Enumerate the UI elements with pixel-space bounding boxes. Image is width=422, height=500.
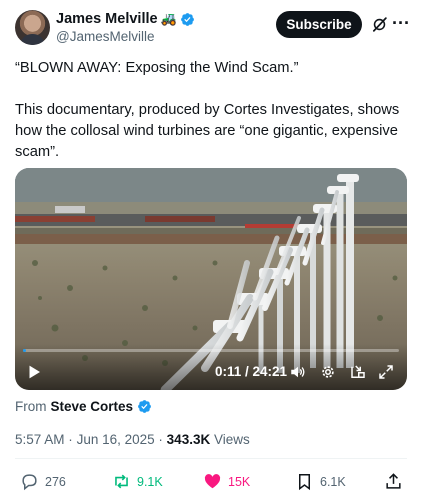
video-time: 0:11 / 24:21 (215, 364, 288, 379)
meta-separator: · (158, 432, 163, 447)
video-progress-fill (23, 349, 26, 352)
verified-badge-icon (138, 400, 151, 413)
bookmark-count: 6.1K (320, 474, 346, 489)
tweet-paragraph-1: “BLOWN AWAY: Exposing the Wind Scam.” (15, 60, 299, 76)
video-source: From Steve Cortes (15, 399, 152, 414)
volume-icon[interactable] (289, 363, 307, 381)
tweet-date[interactable]: Jun 16, 2025 (77, 432, 155, 447)
verified-badge-icon (180, 12, 194, 26)
share-icon (386, 473, 401, 489)
reply-count: 276 (45, 474, 66, 489)
source-prefix: From (15, 399, 47, 414)
more-options-icon[interactable]: ··· (392, 13, 410, 34)
tweet-time[interactable]: 5:57 AM (15, 432, 65, 447)
reply-button[interactable]: 276 (20, 472, 66, 491)
author-name-text[interactable]: James Melville (56, 11, 158, 27)
views-label: Views (213, 432, 250, 447)
author-name[interactable]: James Melville 🚜 (56, 11, 195, 27)
repost-button[interactable]: 9.1K (112, 472, 163, 491)
bookmark-button[interactable]: 6.1K (295, 472, 346, 491)
like-count: 15K (228, 474, 251, 489)
reply-icon (22, 474, 37, 491)
video-player[interactable]: 0:11 / 24:21 (15, 168, 407, 390)
picture-in-picture-icon[interactable] (349, 363, 367, 381)
repost-icon (115, 474, 128, 489)
settings-gear-icon[interactable] (319, 363, 337, 381)
avatar[interactable] (15, 10, 50, 45)
tweet-meta: 5:57 AM · Jun 16, 2025 · 343.3K Views (15, 432, 250, 447)
bookmark-icon (298, 474, 311, 491)
tweet-paragraph-2: This documentary, produced by Cortes Inv… (15, 102, 400, 160)
subscribe-button[interactable]: Subscribe (276, 11, 362, 38)
divider (15, 458, 407, 459)
grok-icon[interactable] (371, 16, 388, 33)
video-progress-bar[interactable] (23, 349, 399, 352)
views-count: 343.3K (166, 432, 211, 447)
author-handle[interactable]: @JamesMelville (56, 29, 154, 44)
like-button[interactable]: 15K (203, 472, 250, 491)
meta-separator: · (68, 432, 73, 447)
tractor-emoji: 🚜 (160, 11, 177, 26)
repost-count: 9.1K (137, 474, 163, 489)
heart-icon (204, 474, 221, 489)
fullscreen-icon[interactable] (377, 363, 395, 381)
source-name[interactable]: Steve Cortes (51, 399, 134, 414)
tweet-text: “BLOWN AWAY: Exposing the Wind Scam.” Th… (15, 58, 407, 184)
play-icon[interactable] (25, 363, 43, 381)
share-button[interactable] (384, 472, 403, 491)
